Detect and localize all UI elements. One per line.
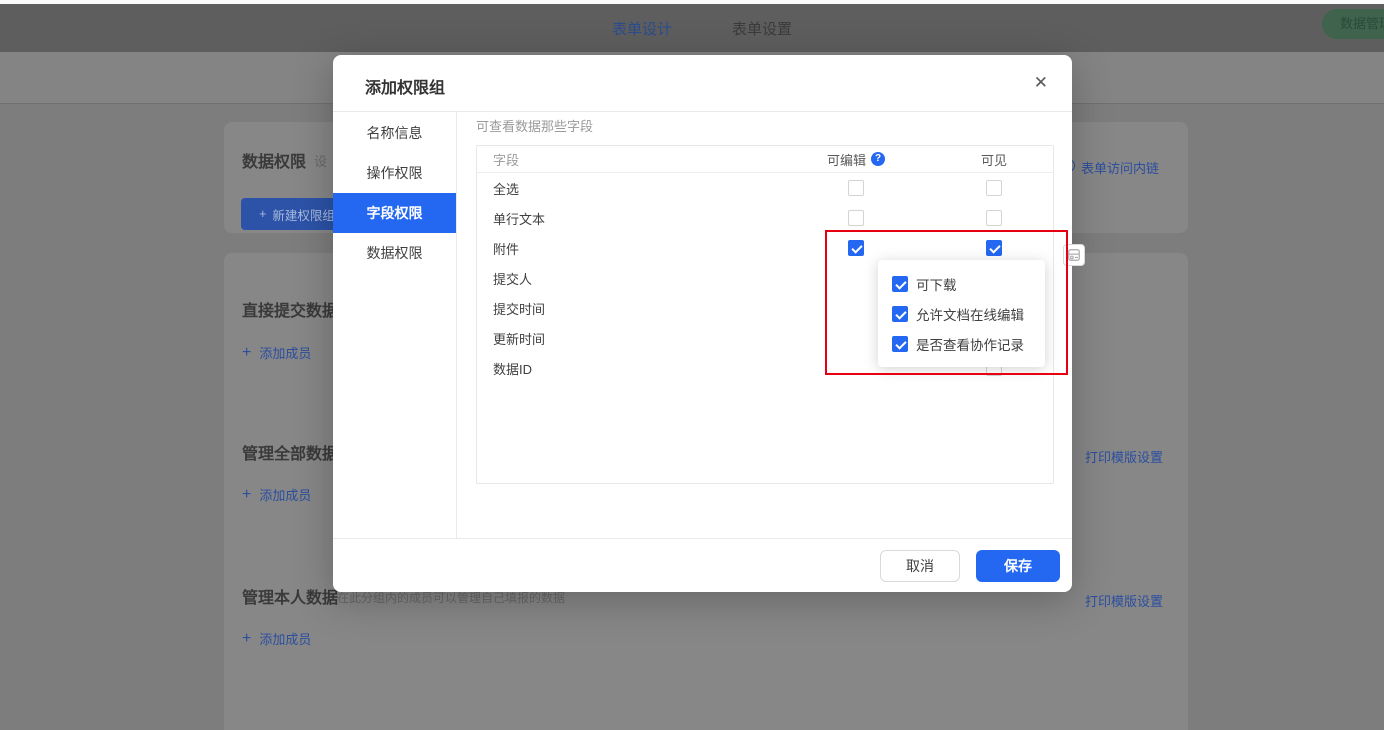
checkbox-downloadable[interactable] (892, 276, 908, 292)
popup-option-label: 可下载 (916, 274, 957, 294)
form-settings-icon (1067, 248, 1081, 262)
add-member-link[interactable]: + 添加成员 (242, 343, 311, 362)
add-member-label: 添加成员 (259, 629, 311, 648)
sidebar-item-field-permission[interactable]: 字段权限 (333, 193, 456, 233)
modal-title: 添加权限组 (365, 74, 445, 98)
header-visible: 可见 (981, 150, 1007, 169)
help-icon[interactable]: ? (871, 152, 885, 166)
attachment-options-popup: 可下载 允许文档在线编辑 是否查看协作记录 (878, 260, 1045, 367)
plus-icon: + (242, 487, 251, 503)
cancel-button[interactable]: 取消 (880, 550, 960, 582)
table-row-attachment: 附件 (477, 233, 1053, 263)
popup-option-label: 允许文档在线编辑 (916, 304, 1024, 324)
card-subtitle-partial: 设 (314, 151, 327, 170)
plus-icon: + (259, 207, 266, 221)
tab-form-settings[interactable]: 表单设置 (732, 18, 792, 39)
save-button[interactable]: 保存 (976, 550, 1060, 582)
table-row: 单行文本 (477, 203, 1053, 233)
plus-icon: + (242, 345, 251, 361)
popup-option: 允许文档在线编辑 (892, 299, 1045, 329)
sidebar-item-data-permission[interactable]: 数据权限 (333, 233, 456, 273)
section-title-manage-all: 管理全部数据 (242, 440, 338, 464)
sidebar-divider (456, 112, 457, 538)
header-editable: 可编辑 (827, 150, 866, 169)
field-name: 提交人 (477, 269, 801, 288)
tab-form-design[interactable]: 表单设计 (612, 18, 672, 39)
section-title-manage-own: 管理本人数据 (242, 584, 338, 608)
add-member-label: 添加成员 (259, 485, 311, 504)
table-row: 全选 (477, 173, 1053, 203)
popup-option: 可下载 (892, 269, 1045, 299)
popup-option-label: 是否查看协作记录 (916, 334, 1024, 354)
print-template-link[interactable]: 打印模版设置 (1085, 591, 1163, 610)
plus-icon: + (242, 631, 251, 647)
top-toolbar: 表单设计 表单设置 数据管理 (0, 4, 1384, 52)
section-label: 可查看数据那些字段 (476, 116, 593, 135)
sidebar-item-name-info[interactable]: 名称信息 (333, 113, 456, 153)
popup-option: 是否查看协作记录 (892, 329, 1045, 359)
checkbox-editable[interactable] (848, 210, 864, 226)
field-name: 提交时间 (477, 299, 801, 318)
checkbox-visible[interactable] (986, 240, 1002, 256)
checkbox-editable[interactable] (848, 180, 864, 196)
print-template-link[interactable]: 打印模版设置 (1085, 447, 1163, 466)
toolbar-tabs: 表单设计 表单设置 (0, 4, 1384, 52)
modal-sidebar: 名称信息 操作权限 字段权限 数据权限 (333, 113, 456, 273)
new-permission-group-label: 新建权限组 (272, 205, 335, 224)
checkbox-editable[interactable] (848, 240, 864, 256)
checkbox-visible[interactable] (986, 210, 1002, 226)
field-name: 全选 (477, 179, 801, 198)
attachment-settings-button[interactable] (1063, 244, 1085, 266)
add-member-label: 添加成员 (259, 343, 311, 362)
field-name: 单行文本 (477, 209, 801, 228)
modal-header: 添加权限组 ✕ (333, 55, 1072, 112)
checkbox-visible[interactable] (986, 180, 1002, 196)
header-field: 字段 (477, 150, 801, 169)
table-header-row: 字段 可编辑 ? 可见 (477, 146, 1053, 173)
field-name: 数据ID (477, 359, 801, 378)
add-member-link[interactable]: + 添加成员 (242, 485, 311, 504)
data-management-button[interactable]: 数据管理 (1322, 9, 1384, 39)
modal-footer: 取消 保存 (333, 539, 1072, 592)
card-title: 数据权限 (242, 148, 306, 172)
checkbox-online-edit[interactable] (892, 306, 908, 322)
form-access-link[interactable]: 表单访问内链 (1081, 158, 1159, 177)
add-member-link[interactable]: + 添加成员 (242, 629, 311, 648)
section-title-direct-submit: 直接提交数据 (242, 297, 338, 321)
field-name: 附件 (477, 239, 801, 258)
close-icon[interactable]: ✕ (1034, 73, 1048, 93)
sidebar-item-operation-permission[interactable]: 操作权限 (333, 153, 456, 193)
checkbox-collab-record[interactable] (892, 336, 908, 352)
field-name: 更新时间 (477, 329, 801, 348)
